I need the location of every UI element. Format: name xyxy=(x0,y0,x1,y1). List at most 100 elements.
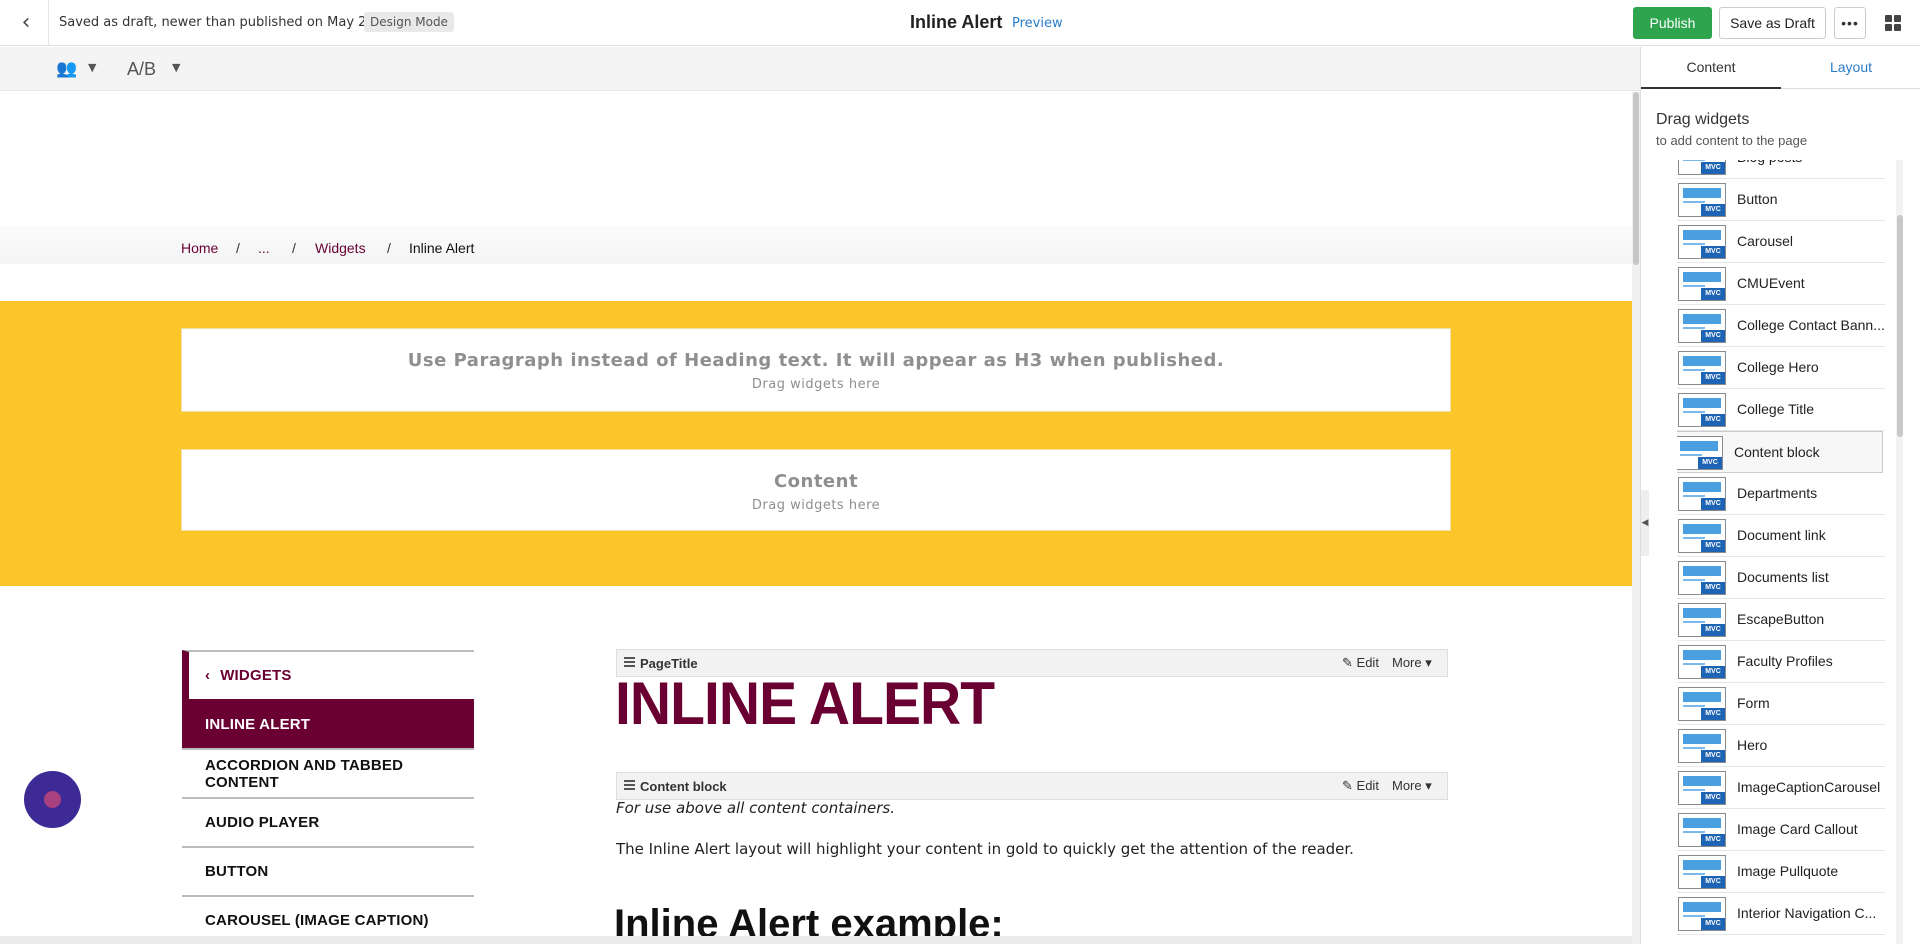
widget-name: Document link xyxy=(1737,527,1826,543)
panel-scroll-thumb[interactable] xyxy=(1897,215,1903,437)
widget-more-menu[interactable]: More ▾ xyxy=(1392,655,1432,671)
mvc-badge: MVC xyxy=(1701,330,1725,342)
widget-list-item[interactable]: MVC Image Pullquote xyxy=(1677,851,1885,893)
widget-name: Image Card Callout xyxy=(1737,821,1858,837)
widget-list-item[interactable]: MVC Button xyxy=(1677,179,1885,221)
widget-list-item[interactable]: MVC Documents list xyxy=(1677,557,1885,599)
publish-button[interactable]: Publish xyxy=(1633,7,1712,39)
widget-list-item[interactable]: MVC Document link xyxy=(1677,515,1885,557)
mvc-badge: MVC xyxy=(1701,708,1725,720)
widget-list-item[interactable]: MVC College Title xyxy=(1677,389,1885,431)
save-as-draft-button[interactable]: Save as Draft xyxy=(1719,7,1826,39)
sidenav-item-accordion[interactable]: Accordion and Tabbed Content xyxy=(182,748,474,797)
pencil-icon: ✎ xyxy=(1342,655,1353,670)
widget-list-item[interactable]: MVC Blog posts xyxy=(1677,160,1885,179)
widget-label: Content block xyxy=(640,779,727,794)
breadcrumb-current: Inline Alert xyxy=(409,240,475,256)
tab-layout[interactable]: Layout xyxy=(1781,47,1920,89)
preview-link[interactable]: Preview xyxy=(1012,16,1063,31)
mvc-badge: MVC xyxy=(1701,204,1725,216)
widget-name: College Title xyxy=(1737,401,1815,417)
mvc-badge: MVC xyxy=(1701,918,1725,930)
more-options-button[interactable]: ••• xyxy=(1834,7,1866,39)
widget-list-item[interactable]: MVC Hero xyxy=(1677,725,1885,767)
widget-list-item[interactable]: MVC Image Card Callout xyxy=(1677,809,1885,851)
widget-thumbnail-icon: MVC xyxy=(1678,309,1726,343)
widget-list-item[interactable]: MVC College Hero xyxy=(1677,347,1885,389)
mvc-badge: MVC xyxy=(1701,288,1725,300)
collapse-panel-icon[interactable]: ◀ xyxy=(1641,490,1649,556)
inline-alert-heading: INLINE ALERT xyxy=(615,670,995,737)
widget-list-item[interactable]: MVC Form xyxy=(1677,683,1885,725)
widget-list-item[interactable]: MVC ImageCaptionCarousel xyxy=(1677,767,1885,809)
breadcrumb xyxy=(0,226,1632,264)
divider xyxy=(48,0,49,46)
caret-down-icon: ▾ xyxy=(1425,778,1432,793)
mvc-badge: MVC xyxy=(1701,372,1725,384)
widget-name: CMUEvent xyxy=(1737,275,1805,291)
widget-list-item[interactable]: MVC Carousel xyxy=(1677,221,1885,263)
widget-list-item[interactable]: MVC College Contact Bann... xyxy=(1677,305,1885,347)
drop-zone-hint: Drag widgets here xyxy=(751,377,881,392)
widget-name: Blog posts xyxy=(1737,160,1885,165)
personas-icon[interactable]: 👥 xyxy=(56,59,77,79)
pencil-icon: ✎ xyxy=(1342,778,1353,793)
chevron-down-icon[interactable]: ▼ xyxy=(172,61,180,74)
breadcrumb-widgets-link[interactable]: Widgets xyxy=(315,240,366,256)
mvc-badge: MVC xyxy=(1701,876,1725,888)
breadcrumb-home-link[interactable]: Home xyxy=(181,240,218,256)
sidenav-back-link[interactable]: ‹ Widgets xyxy=(182,650,474,699)
drag-handle-icon[interactable] xyxy=(624,780,635,790)
widget-name: EscapeButton xyxy=(1737,611,1825,627)
drag-handle-icon[interactable] xyxy=(624,657,635,667)
chat-bubble-icon[interactable] xyxy=(24,771,81,828)
widget-thumbnail-icon: MVC xyxy=(1678,160,1726,175)
widget-more-menu[interactable]: More ▾ xyxy=(1392,778,1432,794)
more-label: More xyxy=(1392,778,1422,793)
drop-zone-heading[interactable]: Use Paragraph instead of Heading text. I… xyxy=(181,328,1451,412)
back-arrow-icon[interactable]: ‹ xyxy=(14,10,38,35)
widget-name: Form xyxy=(1737,695,1770,711)
sidenav-item-inline-alert[interactable]: Inline Alert xyxy=(182,699,474,748)
chevron-down-icon[interactable]: ▼ xyxy=(88,61,96,74)
mvc-badge: MVC xyxy=(1701,666,1725,678)
widget-list-item[interactable]: MVC Departments xyxy=(1677,473,1885,515)
widget-name: ImageCaptionCarousel xyxy=(1737,779,1881,795)
draft-status-text: Saved as draft, newer than published on … xyxy=(59,15,375,30)
edit-widget-button[interactable]: ✎ Edit xyxy=(1342,778,1379,794)
edit-widget-button[interactable]: ✎ Edit xyxy=(1342,655,1379,671)
mvc-badge: MVC xyxy=(1701,750,1725,762)
widget-name: Content block xyxy=(1734,444,1820,460)
widget-list-item[interactable]: MVC CMUEvent xyxy=(1677,263,1885,305)
drop-zone-content[interactable]: Content Drag widgets here xyxy=(181,449,1451,531)
mvc-badge: MVC xyxy=(1701,582,1725,594)
sidenav-item-audio-player[interactable]: Audio Player xyxy=(182,797,474,846)
edit-label: Edit xyxy=(1356,655,1379,670)
apps-grid-icon[interactable] xyxy=(1885,15,1901,31)
sidenav-item-button[interactable]: Button xyxy=(182,846,474,895)
drop-zone-hint: Drag widgets here xyxy=(751,498,881,513)
widget-toolbar-content-block[interactable]: Content block ✎ Edit More ▾ xyxy=(616,772,1448,800)
widget-list-item[interactable]: MVC EscapeButton xyxy=(1677,599,1885,641)
widget-list-item[interactable]: MVC Interior Navigation C... xyxy=(1677,893,1885,935)
ab-test-button[interactable]: A/B xyxy=(127,59,156,80)
widget-thumbnail-icon: MVC xyxy=(1678,687,1726,721)
canvas-scroll-thumb[interactable] xyxy=(1633,92,1639,265)
widget-thumbnail-icon: MVC xyxy=(1678,393,1726,427)
widget-name: College Contact Bann... xyxy=(1737,317,1885,333)
widget-list-item[interactable]: MVC Content block xyxy=(1677,431,1883,473)
panel-heading: Drag widgets xyxy=(1656,111,1750,128)
usage-note: For use above all content containers. xyxy=(616,799,895,817)
widget-list-item[interactable]: MVC Faculty Profiles xyxy=(1677,641,1885,683)
side-navigation: ‹ Widgets Inline Alert Accordion and Tab… xyxy=(182,650,474,944)
breadcrumb-ellipsis-link[interactable]: ... xyxy=(258,240,270,256)
canvas-horizontal-scrollbar[interactable] xyxy=(0,936,1632,944)
tab-content[interactable]: Content xyxy=(1641,47,1781,89)
editor-toolbar: 👥 ▼ A/B ▼ xyxy=(0,47,1640,91)
widget-thumbnail-icon: MVC xyxy=(1678,477,1726,511)
widget-thumbnail-icon: MVC xyxy=(1678,897,1726,931)
widget-name: Interior Navigation C... xyxy=(1737,905,1877,921)
widget-name: Documents list xyxy=(1737,569,1829,585)
mvc-badge: MVC xyxy=(1701,246,1725,258)
mvc-badge: MVC xyxy=(1701,498,1725,510)
